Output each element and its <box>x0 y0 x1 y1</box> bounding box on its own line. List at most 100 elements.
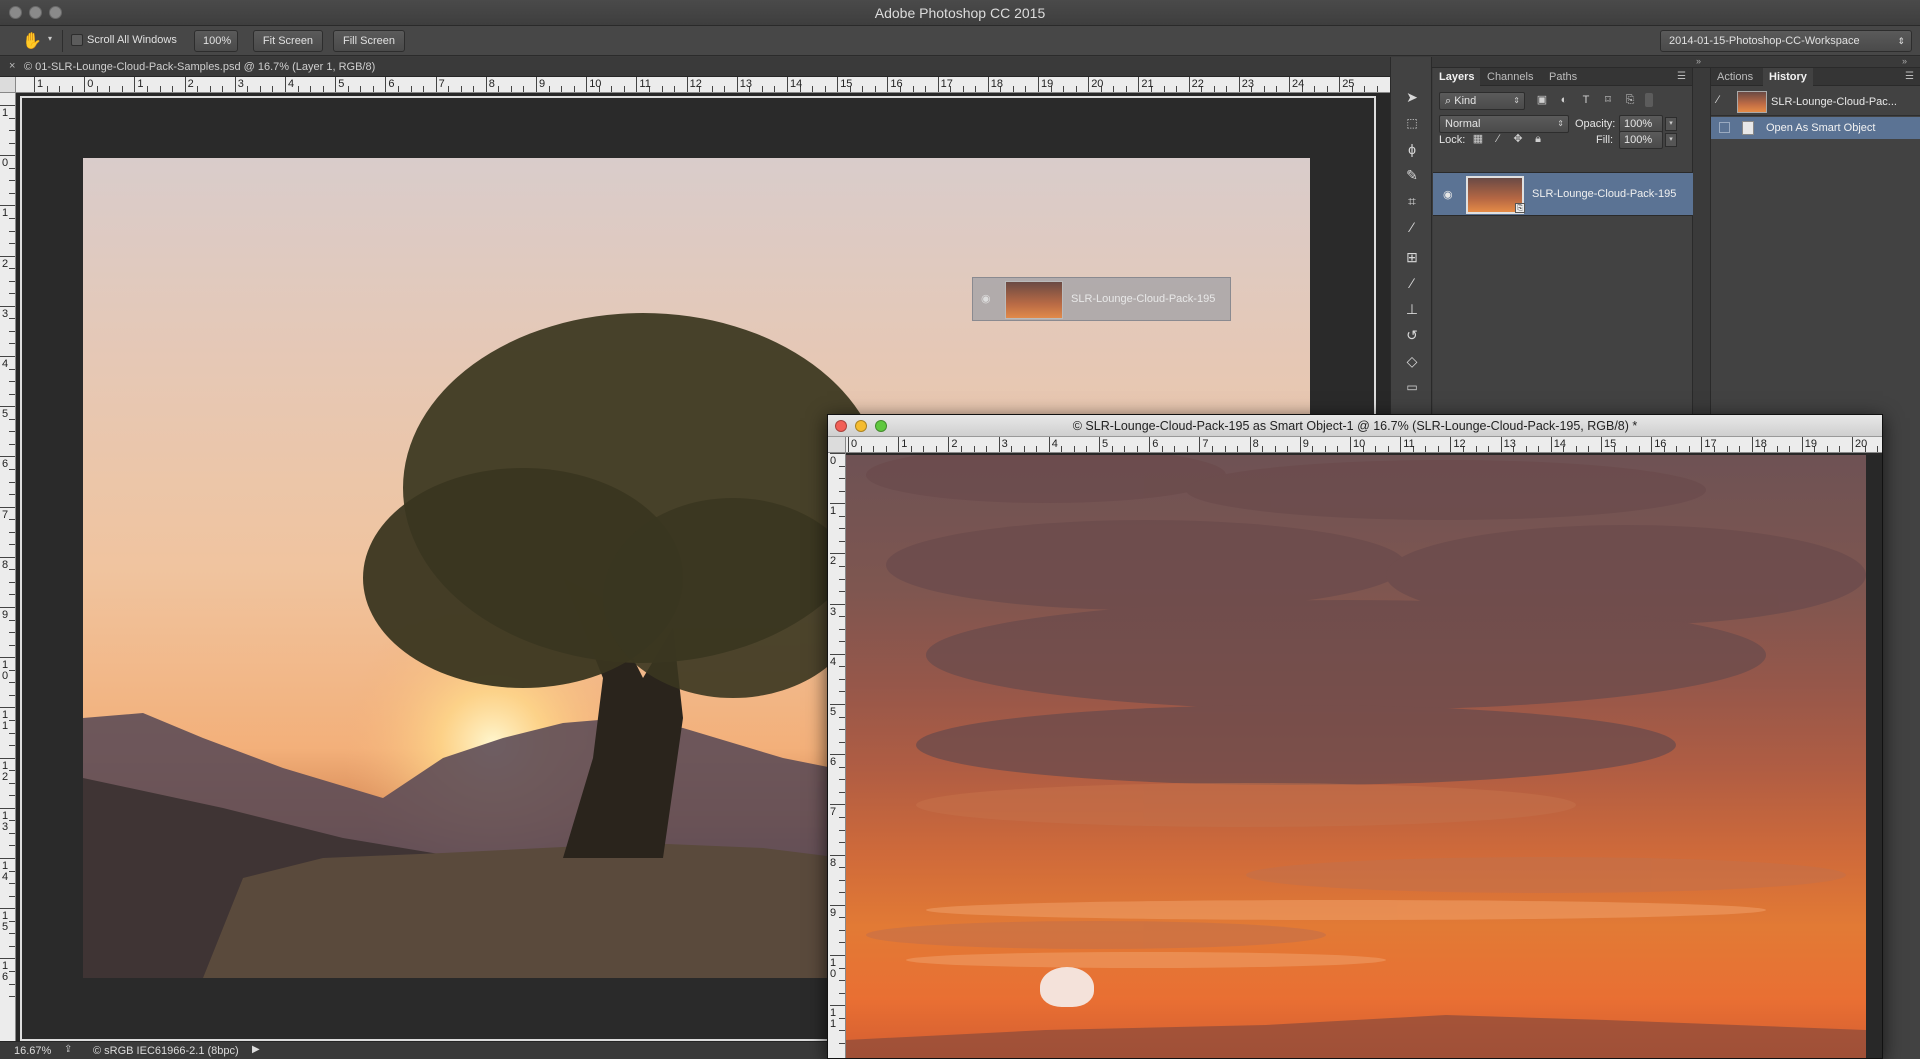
status-menu-arrow-icon[interactable]: ▶ <box>252 1044 260 1055</box>
ruler-minor-tick <box>711 86 713 92</box>
healing-brush-tool-icon[interactable]: ⊞ <box>1402 247 1422 267</box>
opacity-slider-toggle-icon[interactable]: ▾ <box>1665 117 1677 131</box>
document-tab[interactable]: × © 01-SLR-Lounge-Cloud-Pack-Samples.psd… <box>0 57 1390 77</box>
collapse-history-icon[interactable]: » <box>1902 56 1907 66</box>
ruler-minor-tick <box>9 381 15 383</box>
ruler-minor-tick <box>322 86 324 92</box>
options-bar: ✋ ▾ Scroll All Windows 100% Fit Screen F… <box>0 26 1920 56</box>
ruler-tick <box>636 77 638 92</box>
share-icon[interactable]: ⇪ <box>64 1044 72 1055</box>
tab-layers[interactable]: Layers <box>1433 68 1481 86</box>
ruler-origin[interactable] <box>0 77 16 93</box>
ruler-minor-tick <box>423 86 425 92</box>
panel-menu-icon[interactable]: ☰ <box>1677 71 1686 82</box>
ruler-label: 5 <box>1102 438 1109 450</box>
ruler-tick <box>848 437 849 452</box>
ruler-label: 0 <box>2 157 9 170</box>
workspace-select[interactable]: 2014-01-15-Photoshop-CC-Workspace ⇕ <box>1660 30 1912 52</box>
move-tool-icon[interactable]: ➤ <box>1402 87 1422 107</box>
floating-document-window[interactable]: © SLR-Lounge-Cloud-Pack-195 as Smart Obj… <box>827 414 1883 1059</box>
floating-window-title-bar[interactable]: © SLR-Lounge-Cloud-Pack-195 as Smart Obj… <box>828 415 1882 437</box>
history-step[interactable]: Open As Smart Object <box>1711 117 1920 139</box>
lock-position-icon[interactable]: ✥ <box>1511 132 1525 146</box>
ruler-minor-tick <box>1073 446 1075 452</box>
fit-screen-button[interactable]: Fit Screen <box>253 30 323 52</box>
hand-icon[interactable]: ✋ <box>22 31 42 51</box>
ruler-label: 12 <box>689 78 702 90</box>
ruler-minor-tick <box>360 86 362 92</box>
ruler-tick <box>0 305 15 307</box>
lock-transparent-pixels-icon[interactable]: ▦ <box>1471 132 1485 146</box>
smart-object-filter-icon[interactable]: ⎘ <box>1623 93 1637 107</box>
ruler-minor-tick <box>1437 446 1439 452</box>
ruler-minor-tick <box>812 86 814 92</box>
sunset-clouds-image[interactable] <box>846 455 1866 1058</box>
layer-row[interactable]: ◉ ⎘ SLR-Lounge-Cloud-Pack-195 <box>1433 172 1693 216</box>
ruler-minor-tick <box>1538 446 1540 452</box>
history-brush-source-checkbox[interactable] <box>1719 122 1730 133</box>
fill-slider-toggle-icon[interactable]: ▾ <box>1665 133 1677 147</box>
filter-toggle-switch[interactable] <box>1645 93 1653 107</box>
ruler-minor-tick <box>9 243 15 245</box>
zoom-readout[interactable]: 16.67% <box>14 1045 51 1057</box>
tab-paths[interactable]: Paths <box>1543 68 1583 86</box>
panel-menu-icon[interactable]: ☰ <box>1905 71 1914 82</box>
layer-filter-kind-select[interactable]: ⌕ Kind ⇕ <box>1439 92 1525 110</box>
lasso-tool-icon[interactable]: ϕ <box>1402 139 1422 159</box>
blend-mode-select[interactable]: Normal ⇕ <box>1439 115 1569 133</box>
eyedropper-tool-icon[interactable]: ⁄ <box>1402 217 1422 237</box>
shape-filter-icon[interactable]: ⌑ <box>1601 93 1615 107</box>
ruler-label: 23 <box>1241 78 1255 90</box>
ruler-minor-tick <box>9 293 15 295</box>
history-brush-source-icon[interactable]: ∕ <box>1717 94 1719 106</box>
eye-icon[interactable]: ◉ <box>1443 188 1453 201</box>
brush-tool-icon[interactable]: ∕ <box>1402 273 1422 293</box>
ruler-minor-tick <box>839 779 845 781</box>
ruler-tick <box>830 1005 845 1007</box>
crop-tool-icon[interactable]: ⌗ <box>1402 191 1422 211</box>
ruler-minor-tick <box>9 519 15 521</box>
type-filter-icon[interactable]: T <box>1579 93 1593 107</box>
quick-select-tool-icon[interactable]: ✎ <box>1402 165 1422 185</box>
gradient-tool-icon[interactable]: ▭ <box>1402 377 1422 397</box>
marquee-tool-icon[interactable]: ⬚ <box>1402 113 1422 133</box>
clone-stamp-tool-icon[interactable]: ⊥ <box>1402 299 1422 319</box>
ruler-minor-tick <box>9 318 15 320</box>
dragged-layer-preview: ◉ SLR-Lounge-Cloud-Pack-195 <box>972 277 1231 321</box>
ruler-minor-tick <box>1375 446 1377 452</box>
ruler-label: 9 <box>1302 438 1309 450</box>
scroll-all-windows-checkbox[interactable] <box>71 34 83 46</box>
collapse-panels-icon[interactable]: » <box>1696 56 1701 66</box>
ruler-minor-tick <box>1314 86 1316 92</box>
ruler-minor-tick <box>9 644 15 646</box>
history-snapshot[interactable]: ∕ SLR-Lounge-Cloud-Pac... <box>1711 88 1920 116</box>
horizontal-ruler[interactable]: 1 0 1 2 3 4 5 6 7 8 9 10 11 12 13 14 15 16 17 18 19 20 21 22 23 2… <box>16 77 1390 93</box>
vertical-ruler[interactable]: 1012345678910111213141516 <box>0 93 16 1041</box>
fill-input[interactable]: 100% <box>1619 131 1663 149</box>
eraser-tool-icon[interactable]: ◇ <box>1402 351 1422 371</box>
tool-preset-dropdown-icon[interactable]: ▾ <box>48 34 52 43</box>
adjustment-filter-icon[interactable]: ◐ <box>1557 93 1571 107</box>
ruler-label: 6 <box>1152 438 1159 450</box>
ruler-minor-tick <box>9 167 15 169</box>
tab-actions[interactable]: Actions <box>1711 68 1759 86</box>
fill-screen-button[interactable]: Fill Screen <box>333 30 405 52</box>
zoom-100-button[interactable]: 100% <box>194 30 238 52</box>
lock-icon[interactable]: 🔒︎ <box>1531 132 1545 146</box>
horizontal-ruler[interactable]: 0 1 2 3 4 5 6 7 8 9 10 11 12 13 14 15 16 17 18 19 20 <box>846 437 1882 453</box>
history-brush-tool-icon[interactable]: ↺ <box>1402 325 1422 345</box>
lock-image-pixels-icon[interactable]: ∕ <box>1491 132 1505 146</box>
pixel-filter-icon[interactable]: ▣ <box>1535 93 1549 107</box>
ruler-tick <box>1299 437 1301 452</box>
ruler-label: 13 <box>739 78 753 90</box>
ruler-tick <box>1751 437 1753 452</box>
close-document-icon[interactable]: × <box>9 60 15 72</box>
ruler-minor-tick <box>9 494 15 496</box>
ruler-label: 3 <box>830 605 837 618</box>
ruler-minor-tick <box>548 86 550 92</box>
ruler-origin[interactable] <box>828 437 846 453</box>
photoshop-app: Adobe Photoshop CC 2015 ✋ ▾ Scroll All W… <box>0 0 1920 1059</box>
vertical-ruler[interactable]: 01234567891011 <box>828 453 846 1058</box>
tab-channels[interactable]: Channels <box>1481 68 1539 86</box>
tab-history[interactable]: History <box>1763 68 1813 86</box>
